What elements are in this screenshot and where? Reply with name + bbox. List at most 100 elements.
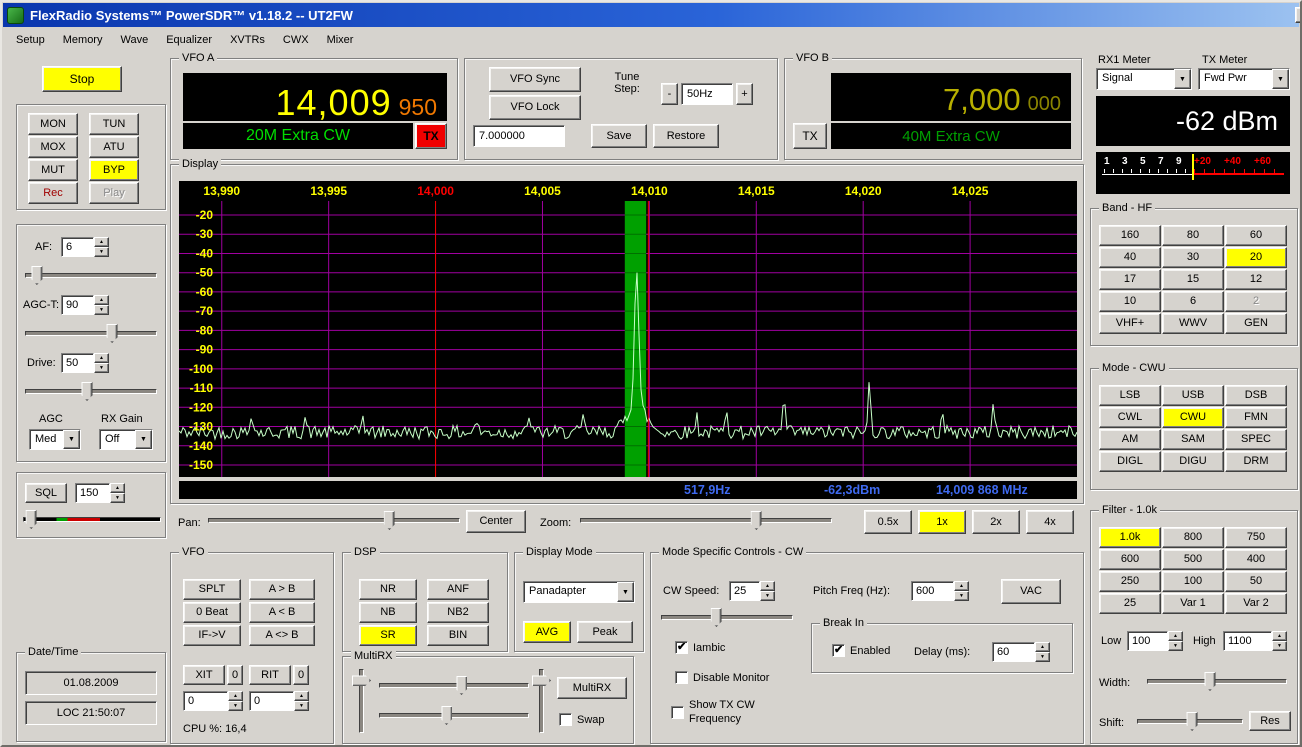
menu-mixer[interactable]: Mixer xyxy=(318,30,363,50)
pan-slider[interactable] xyxy=(208,510,460,532)
rit-zero-button[interactable]: 0 xyxy=(293,665,309,685)
spin-up-icon[interactable] xyxy=(760,581,775,591)
spin-down-icon[interactable] xyxy=(228,701,243,711)
menu-xvtrs[interactable]: XVTRs xyxy=(221,30,274,50)
filter-25-button[interactable]: 25 xyxy=(1099,593,1161,614)
panadapter-display[interactable]: 13,990 13,995 14,000 14,005 14,010 14,015 14,0… xyxy=(179,181,1077,477)
mut-button[interactable]: MUT xyxy=(28,159,78,181)
swap-checkbox[interactable]: Swap xyxy=(559,713,605,726)
spin-up-icon[interactable] xyxy=(94,295,109,305)
vac-button[interactable]: VAC xyxy=(1001,579,1061,604)
filter-shift-slider[interactable] xyxy=(1137,711,1243,732)
spin-down-icon[interactable] xyxy=(294,701,309,711)
a-to-b-button[interactable]: A > B xyxy=(249,579,315,600)
pan-center-button[interactable]: Center xyxy=(466,510,526,533)
zoom-1x-button[interactable]: 1x xyxy=(918,510,966,534)
menu-setup[interactable]: Setup xyxy=(7,30,54,50)
dropdown-arrow-icon[interactable] xyxy=(617,582,634,602)
vfo-a-frequency-display[interactable]: 14,009 950 xyxy=(183,73,447,123)
spin-up-icon[interactable] xyxy=(954,581,969,591)
spin-up-icon[interactable] xyxy=(1035,642,1050,652)
spin-down-icon[interactable] xyxy=(954,591,969,601)
dsp-nr-button[interactable]: NR xyxy=(359,579,417,600)
drive-slider[interactable] xyxy=(25,381,157,402)
filter-500-button[interactable]: 500 xyxy=(1162,549,1224,570)
vfo-sync-button[interactable]: VFO Sync xyxy=(489,67,581,92)
band-160-button[interactable]: 160 xyxy=(1099,225,1161,246)
disable-monitor-checkbox[interactable]: Disable Monitor xyxy=(675,671,769,684)
band-17-button[interactable]: 17 xyxy=(1099,269,1161,290)
spin-up-icon[interactable] xyxy=(110,483,125,493)
band-gen-button[interactable]: GEN xyxy=(1225,313,1287,334)
byp-button[interactable]: BYP xyxy=(89,159,139,181)
display-mode-combo[interactable]: Panadapter xyxy=(523,581,635,603)
zoom-slider[interactable] xyxy=(580,510,832,532)
mode-sam-button[interactable]: SAM xyxy=(1162,429,1224,450)
atu-button[interactable]: ATU xyxy=(89,136,139,158)
menu-memory[interactable]: Memory xyxy=(54,30,112,50)
restore-button[interactable]: Restore xyxy=(653,124,719,148)
band-80-button[interactable]: 80 xyxy=(1162,225,1224,246)
menu-equalizer[interactable]: Equalizer xyxy=(157,30,221,50)
mode-cwu-button[interactable]: CWU xyxy=(1162,407,1224,428)
multirx-pan-left-slider[interactable] xyxy=(351,669,373,733)
spin-up-icon[interactable] xyxy=(1272,631,1287,641)
slider-thumb[interactable] xyxy=(25,510,37,529)
vfo-lock-button[interactable]: VFO Lock xyxy=(489,95,581,120)
pitch-freq-spinner[interactable]: 600 xyxy=(911,581,969,601)
slider-thumb[interactable] xyxy=(106,324,118,343)
rec-button[interactable]: Rec xyxy=(28,182,78,204)
mode-am-button[interactable]: AM xyxy=(1099,429,1161,450)
multirx-button[interactable]: MultiRX xyxy=(557,677,627,699)
slider-thumb[interactable] xyxy=(710,608,722,627)
spin-down-icon[interactable] xyxy=(110,493,125,503)
mode-drm-button[interactable]: DRM xyxy=(1225,451,1287,472)
filter-high-spinner[interactable]: 1100 xyxy=(1223,631,1287,651)
filter-50-button[interactable]: 50 xyxy=(1225,571,1287,592)
drive-spinner[interactable]: 50 xyxy=(61,353,109,373)
rit-button[interactable]: RIT xyxy=(249,665,291,685)
rit-spinner[interactable]: 0 xyxy=(249,691,309,711)
filter-750-button[interactable]: 750 xyxy=(1225,527,1287,548)
slider-thumb[interactable] xyxy=(441,706,452,725)
mode-dsb-button[interactable]: DSB xyxy=(1225,385,1287,406)
b-to-a-button[interactable]: A < B xyxy=(249,602,315,623)
mode-lsb-button[interactable]: LSB xyxy=(1099,385,1161,406)
filter-low-spinner[interactable]: 100 xyxy=(1127,631,1183,651)
sql-button[interactable]: SQL xyxy=(25,483,67,503)
rx-meter-combo[interactable]: Signal xyxy=(1096,68,1192,90)
band-10-button[interactable]: 10 xyxy=(1099,291,1161,312)
spin-down-icon[interactable] xyxy=(760,591,775,601)
band-60-button[interactable]: 60 xyxy=(1225,225,1287,246)
mode-digu-button[interactable]: DIGU xyxy=(1162,451,1224,472)
checkbox-box[interactable] xyxy=(675,640,688,654)
multirx-pan-slider[interactable] xyxy=(379,675,529,696)
spin-up-icon[interactable] xyxy=(94,353,109,363)
a-swap-b-button[interactable]: A <> B xyxy=(249,625,315,646)
af-spinner[interactable]: 6 xyxy=(61,237,109,257)
dropdown-arrow-icon[interactable] xyxy=(1272,69,1289,89)
agc-combo[interactable]: Med xyxy=(29,429,81,450)
vfo-b-frequency-display[interactable]: 7,000 000 xyxy=(831,73,1071,121)
slider-thumb[interactable] xyxy=(31,266,43,285)
play-button[interactable]: Play xyxy=(89,182,139,204)
spin-up-icon[interactable] xyxy=(228,691,243,701)
slider-thumb[interactable] xyxy=(456,676,467,695)
iambic-checkbox[interactable]: Iambic xyxy=(675,640,725,654)
split-button[interactable]: SPLT xyxy=(183,579,241,600)
cw-speed-slider[interactable] xyxy=(661,607,793,628)
cw-speed-spinner[interactable]: 25 xyxy=(729,581,775,601)
spin-up-icon[interactable] xyxy=(294,691,309,701)
mode-digl-button[interactable]: DIGL xyxy=(1099,451,1161,472)
rx-gain-combo[interactable]: Off xyxy=(99,429,153,450)
show-tx-cw-frequency-checkbox[interactable]: Show TX CW Frequency xyxy=(671,699,779,727)
slider-thumb[interactable] xyxy=(750,511,762,530)
title-bar[interactable]: FlexRadio Systems™ PowerSDR™ v1.18.2 -- … xyxy=(3,3,1300,27)
band-30-button[interactable]: 30 xyxy=(1162,247,1224,268)
af-slider[interactable] xyxy=(25,265,157,286)
slider-thumb[interactable] xyxy=(352,675,371,687)
xit-spinner[interactable]: 0 xyxy=(183,691,243,711)
zero-beat-button[interactable]: 0 Beat xyxy=(183,602,241,623)
peak-button[interactable]: Peak xyxy=(577,621,633,643)
band-40-button[interactable]: 40 xyxy=(1099,247,1161,268)
